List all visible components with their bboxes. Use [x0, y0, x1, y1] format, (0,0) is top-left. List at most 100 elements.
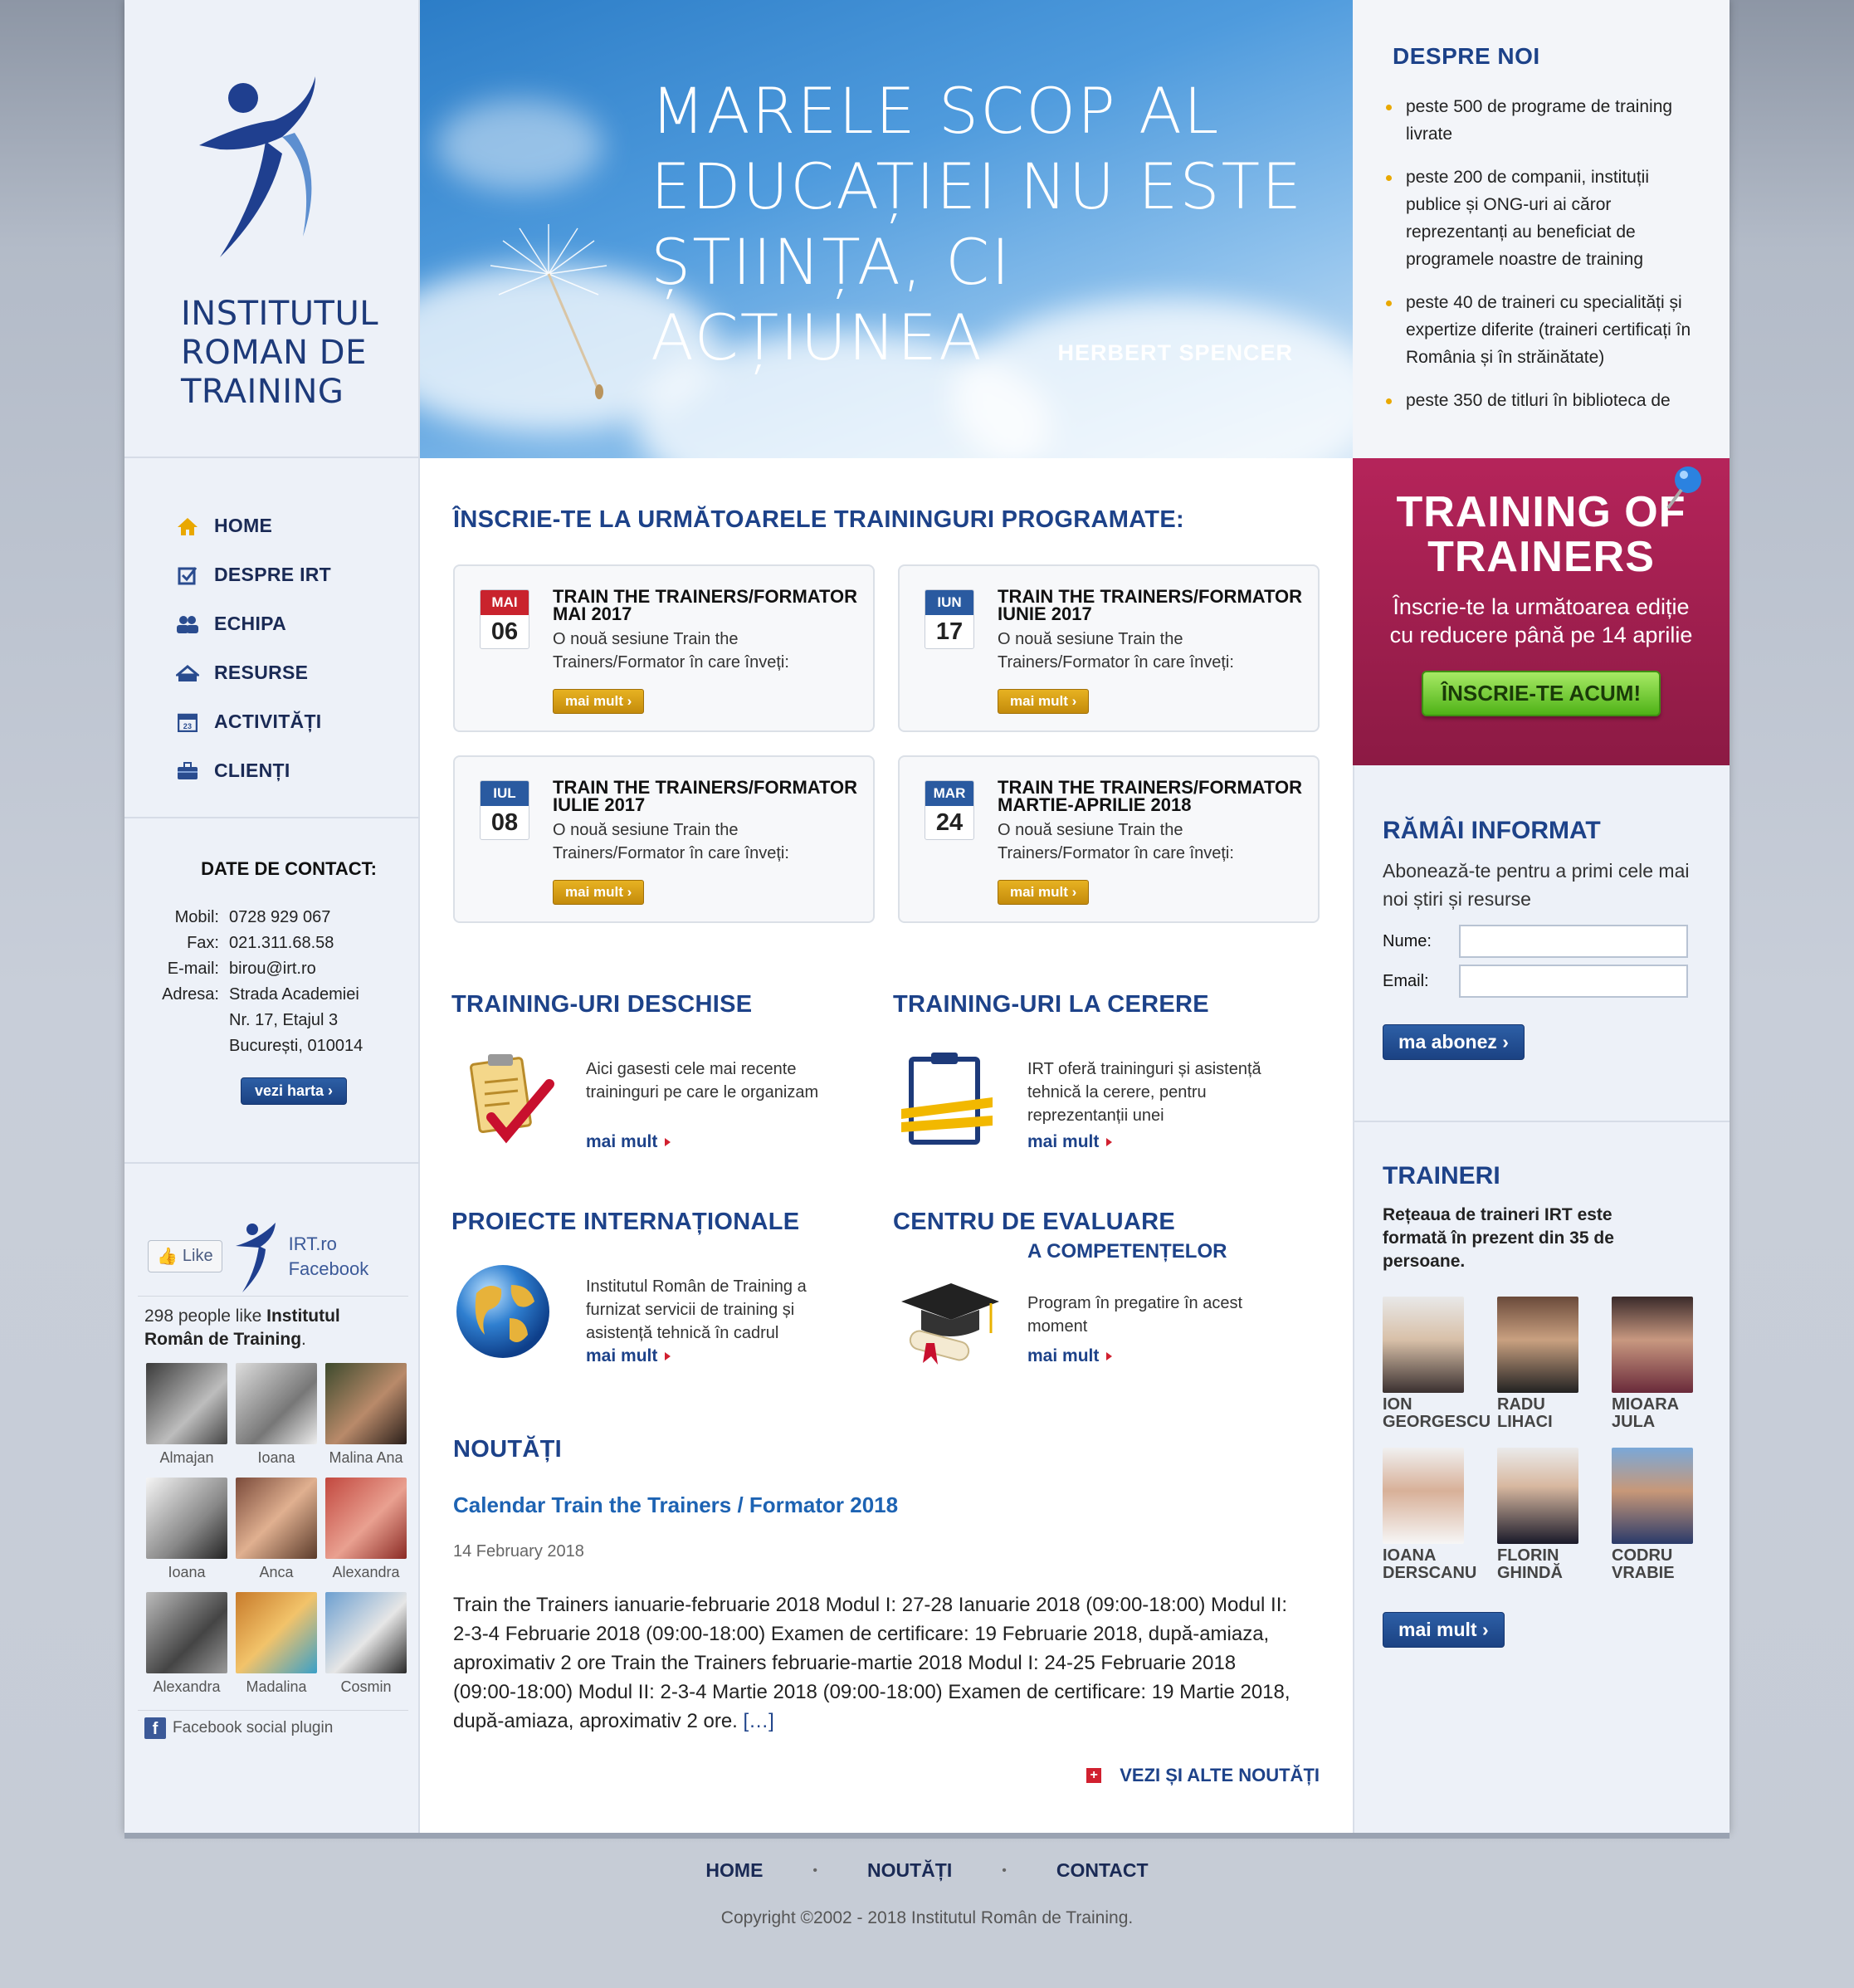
- mai-mult-button[interactable]: mai mult ›: [553, 689, 645, 714]
- name-label: Nume:: [1383, 931, 1432, 950]
- date-month: IUL: [481, 781, 529, 806]
- footer-link-noutati[interactable]: NOUTĂȚI: [867, 1859, 952, 1882]
- plugin-label: Facebook social plugin: [173, 1719, 334, 1736]
- trainer-card[interactable]: CODRU VRABIE: [1612, 1448, 1726, 1582]
- block-desc: Program în pregatire în acest moment: [1027, 1294, 1243, 1336]
- fan-avatar[interactable]: Anca: [236, 1478, 317, 1584]
- fan-avatar[interactable]: Cosmin: [325, 1592, 407, 1698]
- block-title[interactable]: CENTRU DE EVALUARE: [893, 1209, 1325, 1236]
- trainer-card[interactable]: IOANA DERSCANU: [1383, 1448, 1497, 1582]
- fb-page-line: Facebook: [288, 1258, 369, 1279]
- contact-value[interactable]: birou@irt.ro: [229, 956, 395, 982]
- news-more-link[interactable]: […]: [744, 1710, 774, 1732]
- tot-promo-banner[interactable]: TRAINING OF TRAINERS Înscrie-te la următo…: [1353, 458, 1730, 765]
- team-icon: [176, 613, 199, 636]
- page-container: INSTITUTUL ROMAN DE TRAINING MARELE SCOP…: [124, 0, 1730, 1839]
- fan-name: Madalina: [246, 1678, 307, 1695]
- trainer-card[interactable]: MIOARA JULA: [1612, 1297, 1726, 1431]
- tot-desc-line: cu reducere până pe 14 aprilie: [1389, 623, 1693, 647]
- block-link[interactable]: mai mult: [586, 1346, 671, 1366]
- fan-avatar[interactable]: Madalina: [236, 1592, 317, 1698]
- trainer-name: CODRU VRABIE: [1612, 1547, 1726, 1582]
- copyright: Copyright ©2002 - 2018 Institutul Român …: [720, 1908, 1134, 1927]
- block-link[interactable]: mai mult: [586, 1132, 671, 1152]
- fan-avatar[interactable]: Ioana: [236, 1363, 317, 1469]
- tot-desc: Înscrie-te la următoarea ediție cu reduce…: [1353, 593, 1730, 649]
- trainer-card[interactable]: ION GEORGESCU: [1383, 1297, 1497, 1431]
- fan-avatar[interactable]: Malina Ana: [325, 1363, 407, 1469]
- trainer-name: RADU LIHACI: [1497, 1396, 1612, 1431]
- training-card[interactable]: MAI 06 TRAIN THE TRAINERS/FORMATOR MAI 20…: [453, 564, 875, 732]
- trainer-last-name: GEORGESCU: [1383, 1413, 1491, 1431]
- footer-nav: HOME • NOUTĂȚI • CONTACT: [0, 1859, 1854, 1882]
- plus-icon: +: [1086, 1768, 1102, 1783]
- facebook-like-button[interactable]: 👍 Like: [148, 1240, 222, 1272]
- resources-icon: [176, 662, 199, 685]
- fan-avatar[interactable]: Almajan: [146, 1363, 227, 1469]
- card-desc: O nouă sesiune Train the Trainers/Format…: [553, 821, 789, 862]
- trainer-last-name: JULA: [1612, 1413, 1656, 1431]
- contact-block: DATE DE CONTACT: Mobil: 0728 929 067 Fax:…: [124, 858, 420, 1105]
- nav-item-despre[interactable]: DESPRE IRT: [176, 550, 331, 599]
- news-item-title[interactable]: Calendar Train the Trainers / Formator 2…: [453, 1492, 898, 1518]
- trainer-card[interactable]: FLORIN GHINDĂ: [1497, 1448, 1612, 1582]
- footer-link-home[interactable]: HOME: [705, 1859, 763, 1882]
- card-desc: O nouă sesiune Train the Trainers/Format…: [998, 630, 1234, 672]
- mai-mult-button[interactable]: mai mult ›: [998, 880, 1090, 905]
- facebook-plugin-credit[interactable]: f Facebook social plugin: [138, 1710, 408, 1739]
- clipboard-check-icon: [470, 1054, 554, 1144]
- pushpin-icon: [1666, 466, 1701, 510]
- block-link[interactable]: mai mult: [1027, 1132, 1112, 1152]
- trainer-card[interactable]: RADU LIHACI: [1497, 1297, 1612, 1431]
- divider: [1354, 1121, 1730, 1122]
- enroll-now-button[interactable]: ÎNSCRIE-TE ACUM!: [1421, 671, 1661, 716]
- subscribe-button[interactable]: ma abonez ›: [1383, 1024, 1525, 1060]
- mai-mult-button[interactable]: mai mult ›: [998, 689, 1090, 714]
- fan-name: Cosmin: [340, 1678, 392, 1695]
- fan-avatar[interactable]: Alexandra: [146, 1592, 227, 1698]
- block-title[interactable]: PROIECTE INTERNAȚIONALE: [451, 1209, 883, 1236]
- block-title[interactable]: TRAINING-URI LA CERERE: [893, 991, 1325, 1018]
- name-field[interactable]: [1459, 925, 1688, 958]
- map-button[interactable]: vezi harta ›: [241, 1077, 348, 1105]
- facebook-page-name[interactable]: IRT.ro Facebook: [289, 1232, 369, 1282]
- footer-separator: •: [812, 1863, 818, 1878]
- button-label: mai mult: [565, 693, 623, 709]
- more-news-link[interactable]: + VEZI ȘI ALTE NOUTĂȚI: [1086, 1765, 1320, 1786]
- trainer-name: ION GEORGESCU: [1383, 1396, 1497, 1431]
- logo-text: INSTITUTUL ROMAN DE TRAINING: [181, 295, 378, 412]
- training-card[interactable]: IUN 17 TRAIN THE TRAINERS/FORMATOR IUNIE …: [898, 564, 1320, 732]
- news-body-text: Train the Trainers ianuarie-februarie 20…: [453, 1594, 1290, 1732]
- button-label: mai mult: [565, 884, 623, 900]
- trainer-last-name: GHINDĂ: [1497, 1564, 1563, 1582]
- fan-name: Alexandra: [153, 1678, 221, 1695]
- trainers-more-button[interactable]: mai mult ›: [1383, 1612, 1505, 1648]
- site-logo[interactable]: INSTITUTUL ROMAN DE TRAINING: [124, 0, 420, 458]
- nav-item-echipa[interactable]: ECHIPA: [176, 599, 331, 648]
- fan-avatar[interactable]: Ioana: [146, 1478, 227, 1584]
- logo-line: ROMAN DE: [181, 334, 367, 372]
- nav-item-clienti[interactable]: CLIENȚI: [176, 746, 331, 795]
- fan-avatar[interactable]: Alexandra: [325, 1478, 407, 1584]
- block-desc: IRT oferă traininguri și asistență tehni…: [1027, 1060, 1261, 1125]
- map-button-label: vezi harta: [255, 1082, 324, 1099]
- contact-adresa-line: București, 010014: [124, 1033, 420, 1059]
- trainers-title: TRAINERI: [1383, 1162, 1500, 1189]
- mai-mult-button[interactable]: mai mult ›: [553, 880, 645, 905]
- block-title[interactable]: TRAINING-URI DESCHISE: [451, 991, 883, 1018]
- nav-item-home[interactable]: HOME: [176, 501, 331, 550]
- training-card[interactable]: MAR 24 TRAIN THE TRAINERS/FORMATOR MARTIE…: [898, 755, 1320, 923]
- nav-item-activitati[interactable]: 23 ACTIVITĂȚI: [176, 697, 331, 746]
- calendar-icon: 23: [176, 711, 199, 734]
- block-desc: Institutul Român de Training a furnizat …: [586, 1277, 807, 1342]
- training-card[interactable]: IUL 08 TRAIN THE TRAINERS/FORMATOR IULIE …: [453, 755, 875, 923]
- email-field[interactable]: [1459, 965, 1688, 998]
- footer-link-contact[interactable]: CONTACT: [1056, 1859, 1149, 1882]
- facebook-faces: Almajan Ioana Malina Ana Ioana Anca Alex…: [138, 1363, 408, 1698]
- hero-author: HERBERT SPENCER: [1057, 340, 1293, 365]
- contact-value: Nr. 17, Etajul 3: [229, 1011, 339, 1029]
- nav-item-resurse[interactable]: RESURSE: [176, 648, 331, 697]
- tot-title-line: TRAINERS: [1427, 533, 1655, 581]
- block-link[interactable]: mai mult: [1027, 1346, 1112, 1366]
- contact-email: E-mail: birou@irt.ro: [124, 956, 420, 982]
